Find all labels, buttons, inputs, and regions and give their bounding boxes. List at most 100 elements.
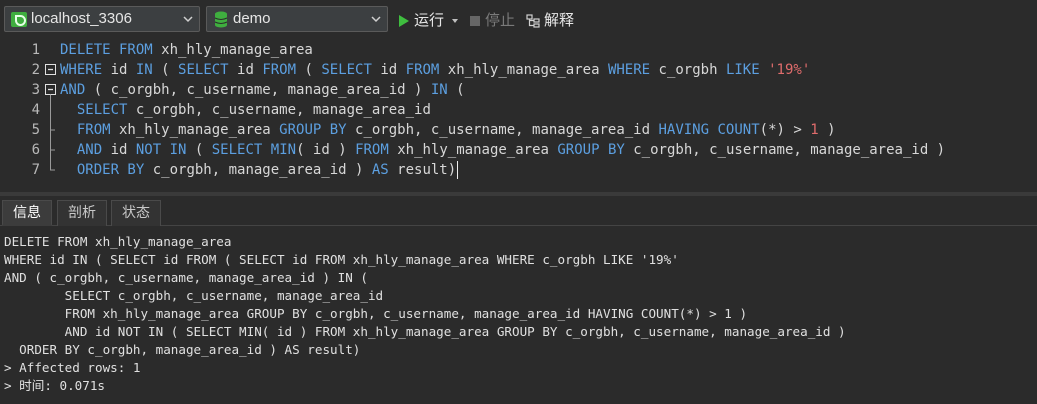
sql-keyword: SELECT <box>178 62 229 78</box>
sql-keyword: WHERE <box>60 62 103 78</box>
sql-keyword: GROUP BY <box>279 122 347 138</box>
stop-label: 停止 <box>485 12 516 29</box>
editor-line[interactable]: 5 FROM xh_hly_manage_area GROUP BY c_org… <box>0 120 1037 140</box>
code-text: SELECT c_orgbh, c_username, manage_area_… <box>60 100 431 120</box>
line-number: 2 <box>31 62 40 78</box>
output-line: ORDER BY c_orgbh, manage_area_id ) AS re… <box>4 342 361 357</box>
sql-keyword: COUNT <box>717 122 760 138</box>
sql-keyword: IN <box>430 82 448 98</box>
connection-label: localhost_3306 <box>31 10 132 27</box>
sql-token: result) <box>388 162 457 178</box>
editor-line[interactable]: 2 WHERE id IN ( SELECT id FROM ( SELECT i… <box>0 60 1037 80</box>
code-text: DELETE FROM xh_hly_manage_area <box>60 40 313 60</box>
sql-keyword: FROM <box>355 142 389 158</box>
sql-token: c_orgbh, c_username, manage_area_id <box>127 102 431 118</box>
sql-literal: '19%' <box>768 62 811 78</box>
output-line: AND ( c_orgbh, c_username, manage_area_i… <box>4 270 368 285</box>
sql-keyword: AS <box>371 162 389 178</box>
sql-token: ( c_orgbh, c_username, manage_area_id ) <box>85 82 431 98</box>
fold-end <box>50 160 55 171</box>
sql-keyword: DELETE FROM <box>60 42 153 58</box>
message-output: DELETE FROM xh_hly_manage_area WHERE id I… <box>0 227 1037 404</box>
code-text: ORDER BY c_orgbh, manage_area_id ) AS re… <box>60 160 459 180</box>
output-line: AND id NOT IN ( SELECT MIN( id ) FROM xh… <box>4 324 846 339</box>
sql-token: c_orgbh, c_username, manage_area_id ) <box>624 142 946 158</box>
sql-token: xh_hly_manage_area <box>110 122 280 138</box>
run-label: 运行 <box>414 12 445 29</box>
editor-line[interactable]: 1 DELETE FROM xh_hly_manage_area <box>0 40 1037 60</box>
sql-keyword: FROM <box>262 62 297 78</box>
line-number: 4 <box>31 102 40 118</box>
sql-token: ) <box>818 122 836 138</box>
sql-keyword: NOT IN <box>135 142 187 158</box>
stop-button[interactable]: 停止 <box>469 9 515 30</box>
run-button[interactable]: 运行 <box>398 9 459 30</box>
sql-token: id <box>371 62 406 78</box>
sql-token: xh_hly_manage_area <box>388 142 558 158</box>
tab-status[interactable]: 状态 <box>111 200 161 226</box>
editor-line[interactable]: 7 ORDER BY c_orgbh, manage_area_id ) AS … <box>0 160 1037 180</box>
output-line: WHERE id IN ( SELECT id FROM ( SELECT id… <box>4 252 679 267</box>
sql-keyword: SELECT <box>321 62 372 78</box>
output-line: > 时间: 0.071s <box>4 378 106 393</box>
play-icon <box>399 15 409 28</box>
sql-token: c_orgbh, c_username, manage_area_id <box>346 122 659 138</box>
explain-button[interactable]: 解释 <box>526 9 574 30</box>
line-number: 6 <box>31 142 40 158</box>
tab-profile[interactable]: 剖析 <box>57 200 107 226</box>
tab-info[interactable]: 信息 <box>2 200 52 226</box>
connection-icon <box>11 12 27 27</box>
sql-token: xh_hly_manage_area <box>439 62 608 78</box>
fold-guide <box>50 100 51 120</box>
sql-keyword: GROUP BY <box>557 142 625 158</box>
sql-keyword: MIN <box>270 142 297 158</box>
line-number: 3 <box>31 82 40 98</box>
sql-token: ( <box>296 62 322 78</box>
editor-line[interactable]: 3 AND ( c_orgbh, c_username, manage_area_… <box>0 80 1037 100</box>
chevron-down-icon <box>371 16 381 23</box>
database-select[interactable]: demo <box>206 6 388 32</box>
sql-keyword: AND <box>60 82 86 98</box>
sql-editor[interactable]: 1 DELETE FROM xh_hly_manage_area 2 WHERE id… <box>0 38 1037 196</box>
database-icon <box>214 11 228 28</box>
text-cursor <box>457 161 459 179</box>
sql-token: (*) > <box>759 122 811 138</box>
fold-toggle-icon[interactable] <box>44 60 58 80</box>
fold-gutter <box>44 40 58 60</box>
sql-keyword: SELECT <box>211 142 263 158</box>
dropdown-arrow-icon[interactable] <box>451 17 459 25</box>
sql-token: ( <box>152 62 179 78</box>
sql-keyword: LIKE <box>725 62 760 78</box>
sql-keyword: ORDER BY <box>76 162 145 178</box>
sql-keyword: FROM <box>76 122 111 138</box>
database-label: demo <box>233 10 271 27</box>
connection-select[interactable]: localhost_3306 <box>4 6 200 32</box>
editor-line[interactable]: 4 SELECT c_orgbh, c_username, manage_are… <box>0 100 1037 120</box>
sql-token: id <box>102 62 136 78</box>
sql-token: ( <box>447 82 465 98</box>
chevron-down-icon <box>183 16 193 23</box>
sql-token: id <box>102 142 136 158</box>
sql-token: c_orgbh <box>650 62 726 78</box>
toolbar: localhost_3306 demo 运行 停止 解释 <box>0 0 1037 38</box>
code-text: AND id NOT IN ( SELECT MIN( id ) FROM xh… <box>60 140 945 160</box>
fold-guide <box>50 120 55 140</box>
code-text: FROM xh_hly_manage_area GROUP BY c_orgbh… <box>60 120 836 140</box>
fold-guide <box>50 140 55 160</box>
sql-token: c_orgbh, manage_area_id ) <box>144 162 372 178</box>
fold-toggle-icon[interactable] <box>44 80 58 100</box>
sql-keyword: HAVING <box>658 122 710 138</box>
editor-line[interactable]: 6 AND id NOT IN ( SELECT MIN( id ) FROM … <box>0 140 1037 160</box>
code-text: AND ( c_orgbh, c_username, manage_area_i… <box>60 80 465 100</box>
sql-keyword: SELECT <box>76 102 128 118</box>
sql-keyword: FROM <box>405 62 440 78</box>
output-line: SELECT c_orgbh, c_username, manage_area_… <box>4 288 384 303</box>
sql-keyword: WHERE <box>607 62 651 78</box>
line-number: 1 <box>31 42 40 58</box>
sql-token: id <box>228 62 263 78</box>
